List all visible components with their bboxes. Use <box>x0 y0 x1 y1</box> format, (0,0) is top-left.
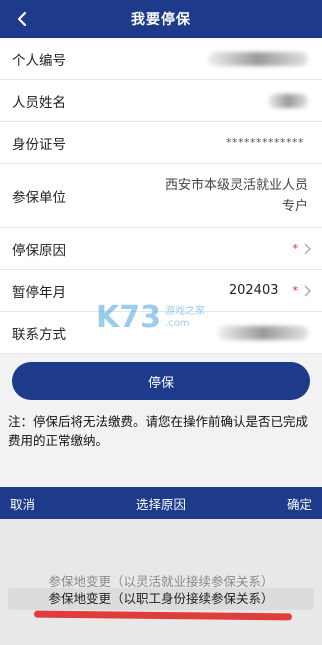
row-contact[interactable]: 联系方式 <box>0 312 322 354</box>
unit-value-line2: 专户 <box>281 198 308 214</box>
chevron-left-icon <box>17 11 27 27</box>
month-label: 暂停年月 <box>12 284 66 301</box>
id-card-masked-value: ************* <box>226 136 304 149</box>
row-unit: 参保单位 西安市本级灵活就业人员 专户 <box>0 164 322 228</box>
unit-label: 参保单位 <box>12 189 66 206</box>
stop-insurance-button[interactable]: 停保 <box>12 362 310 400</box>
redacted-id-no <box>208 51 308 66</box>
id-no-label: 个人编号 <box>12 52 66 69</box>
back-button[interactable] <box>8 5 36 33</box>
reason-picker[interactable]: 参保地变更（以灵活就业接续参保关系） 参保地变更（以职工身份接续参保关系） <box>0 519 322 645</box>
nav-bar: 我要停保 <box>0 0 322 38</box>
notice-text: 注：停保后将无法缴费。请您在操作前确认是否已完成费用的正常缴纳。 <box>8 414 309 448</box>
reason-label: 停保原因 <box>12 242 66 259</box>
month-value: 202403 <box>228 283 279 298</box>
id-card-label: 身份证号 <box>12 136 66 153</box>
page-title: 我要停保 <box>131 12 191 28</box>
redacted-contact <box>218 325 308 340</box>
redacted-name <box>268 93 308 108</box>
required-mark: * <box>292 242 299 255</box>
picker-option-selected[interactable]: 参保地变更（以职工身份接续参保关系） <box>8 588 314 610</box>
picker-confirm-button[interactable]: 确定 <box>287 494 312 513</box>
row-month[interactable]: 暂停年月 202403 * <box>0 270 322 312</box>
chevron-right-icon <box>304 242 312 255</box>
reason-trail[interactable]: * <box>293 242 313 256</box>
row-name: 人员姓名 <box>0 80 322 122</box>
row-id-no: 个人编号 <box>0 38 322 80</box>
picker-title: 选择原因 <box>135 496 186 512</box>
picker-toolbar: 取消 选择原因 确定 <box>0 487 322 519</box>
stop-insurance-form: 个人编号 人员姓名 身份证号 ************* 参保单位 西安市本级灵… <box>0 38 322 354</box>
row-reason[interactable]: 停保原因 * <box>0 228 322 270</box>
red-underline-annotation <box>33 610 293 621</box>
contact-label: 联系方式 <box>12 326 66 343</box>
chevron-right-icon <box>304 284 312 297</box>
unit-value: 西安市本级灵活就业人员 专户 <box>138 175 308 217</box>
picker-cancel-button[interactable]: 取消 <box>10 494 35 513</box>
unit-value-line1: 西安市本级灵活就业人员 <box>164 177 308 193</box>
required-mark: * <box>292 284 299 297</box>
row-id-card: 身份证号 ************* <box>0 122 322 164</box>
name-label: 人员姓名 <box>12 94 66 111</box>
month-trail[interactable]: 202403 * <box>229 283 312 298</box>
